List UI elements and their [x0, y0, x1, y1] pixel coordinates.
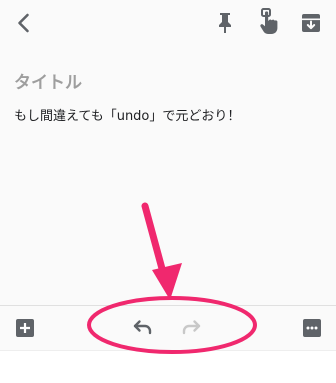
pin-icon[interactable] — [214, 11, 236, 35]
archive-icon[interactable] — [300, 12, 322, 34]
more-options-icon[interactable] — [302, 318, 322, 338]
undo-icon[interactable] — [130, 318, 154, 338]
note-editor-screen: タイトル もし間違えても「undo」で元どおり！ — [0, 0, 336, 383]
redo-icon[interactable] — [180, 318, 204, 338]
bottom-blank-area — [0, 350, 336, 383]
note-body[interactable]: もし間違えても「undo」で元どおり！ — [14, 105, 240, 124]
add-box-icon[interactable] — [15, 318, 35, 338]
note-title[interactable]: タイトル — [14, 68, 82, 93]
back-arrow-icon[interactable] — [12, 11, 36, 35]
top-toolbar — [0, 0, 336, 50]
reminder-hand-icon[interactable] — [255, 8, 281, 36]
bottom-toolbar — [0, 305, 336, 351]
